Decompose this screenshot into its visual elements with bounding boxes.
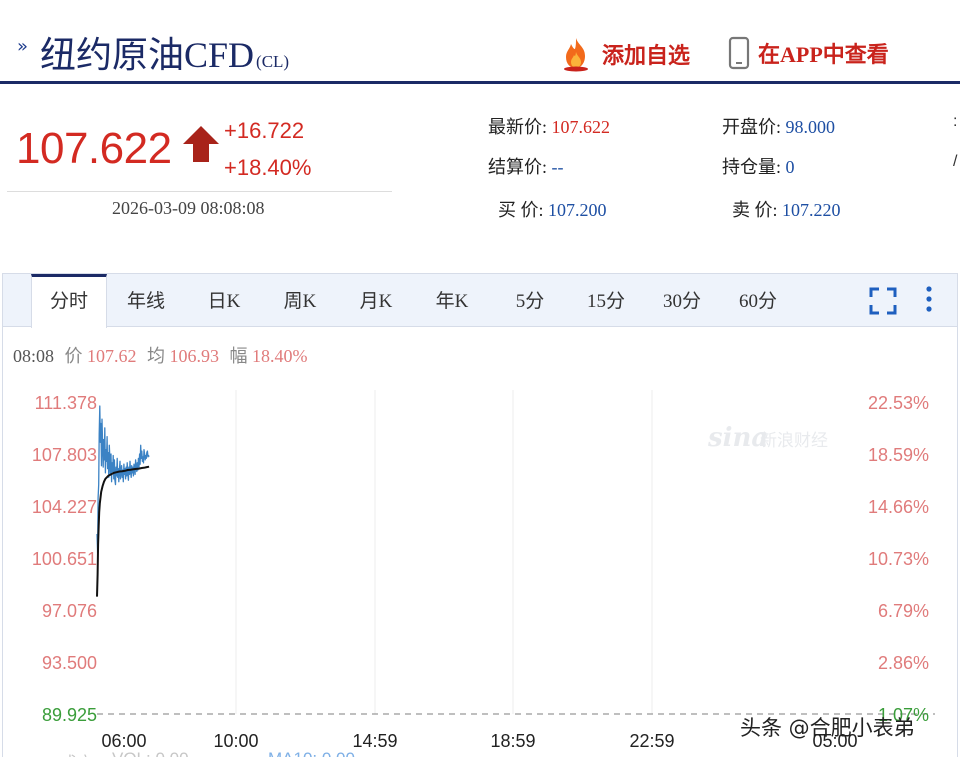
volume-label-fragment: 成交 — [60, 749, 94, 757]
intraday-chart: sina 新浪财经 111.378 107.803 104.227 100.651 97… — [32, 390, 935, 751]
average-series-line — [96, 465, 150, 597]
y-axis-left: 111.378 107.803 104.227 100.651 97.076 93.500… — [32, 393, 97, 725]
y-tick-left: 104.227 — [32, 497, 97, 517]
x-tick: 22:59 — [629, 731, 674, 751]
x-tick: 18:59 — [490, 731, 535, 751]
y-axis-right: 22.53%18.59%14.66%10.73%6.79%2.86%1.07% — [868, 393, 929, 725]
y-tick-right: 2.86% — [878, 653, 929, 673]
y-tick-left: 89.925 — [42, 705, 97, 725]
y-tick-right: 22.53% — [868, 393, 929, 413]
y-tick-right: 6.79% — [878, 601, 929, 621]
y-tick-left: 100.651 — [32, 549, 97, 569]
y-tick-left: 93.500 — [42, 653, 97, 673]
toutiao-watermark: 头条 @合肥小表弟 — [740, 716, 915, 740]
x-tick: 10:00 — [213, 731, 258, 751]
volume-value-fragment: VOL: 0.00 — [112, 749, 189, 757]
clipped-text-fragment: : — [953, 113, 958, 130]
ma10-fragment: MA10: 0.00 — [268, 749, 355, 757]
x-tick: 06:00 — [101, 731, 146, 751]
y-tick-right: 10.73% — [868, 549, 929, 569]
sina-finance-watermark-logo: sina 新浪财经 — [707, 423, 828, 453]
y-tick-left: 111.378 — [35, 393, 97, 413]
svg-text:新浪财经: 新浪财经 — [760, 431, 828, 451]
chart-series — [96, 405, 150, 597]
x-tick: 14:59 — [352, 731, 397, 751]
y-tick-right: 14.66% — [868, 497, 929, 517]
y-tick-left: 107.803 — [32, 445, 97, 465]
y-tick-left: 97.076 — [42, 601, 97, 621]
y-tick-right: 18.59% — [868, 445, 929, 465]
clipped-text-fragment: / — [953, 153, 958, 170]
